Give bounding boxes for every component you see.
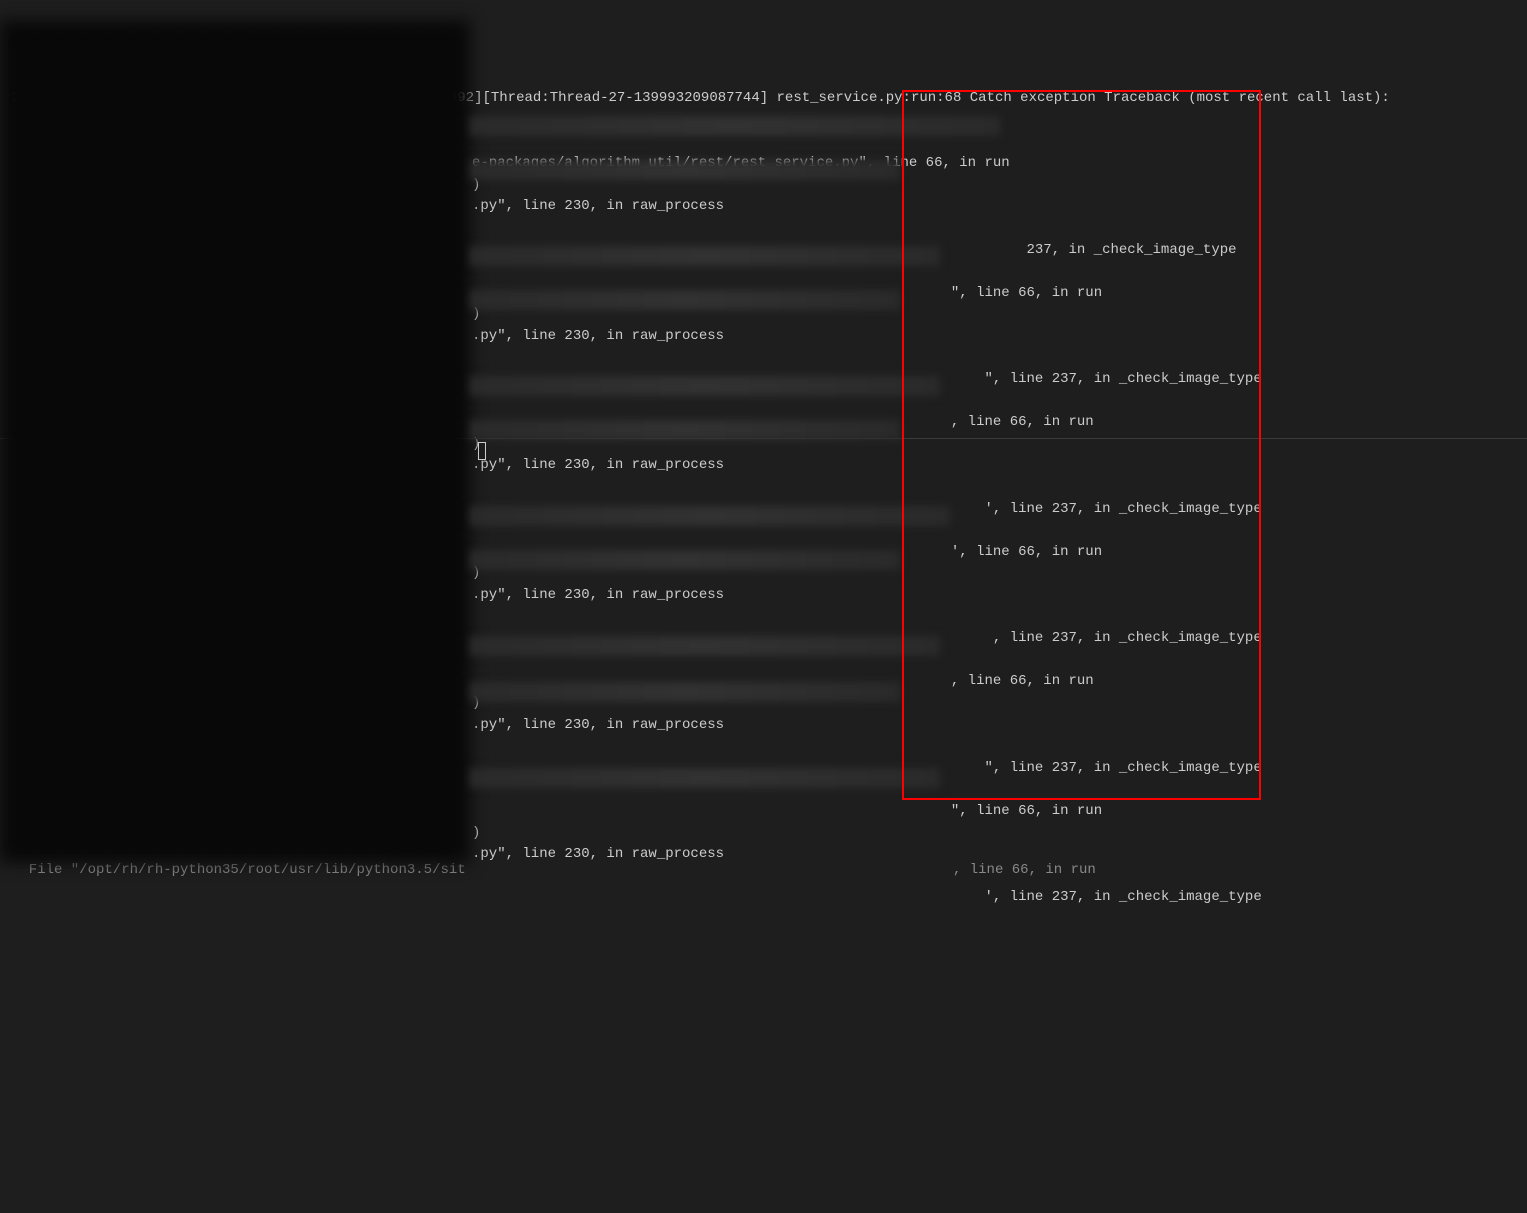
log-line [0,909,1527,931]
redacted-band [470,246,940,266]
log-bottom-line: File "/opt/rh/rh-python35/root/usr/lib/p… [0,860,1108,882]
redacted-band [470,550,900,570]
log-line: ', line 237, in _check_image_type [0,887,1527,909]
redacted-region-left [0,20,470,863]
redacted-band [470,682,900,702]
redacted-band [470,376,940,396]
redacted-band [470,420,900,440]
log-viewer[interactable]: 2021-11-12 20:02:10,045 ERROR [Process:M… [0,0,1527,1213]
redacted-band [470,290,900,310]
redacted-band [470,768,940,788]
redacted-band [470,160,900,180]
redacted-band [470,636,940,656]
cursor-highlight [478,442,486,460]
redacted-band [470,506,950,526]
redacted-band [470,116,1000,136]
